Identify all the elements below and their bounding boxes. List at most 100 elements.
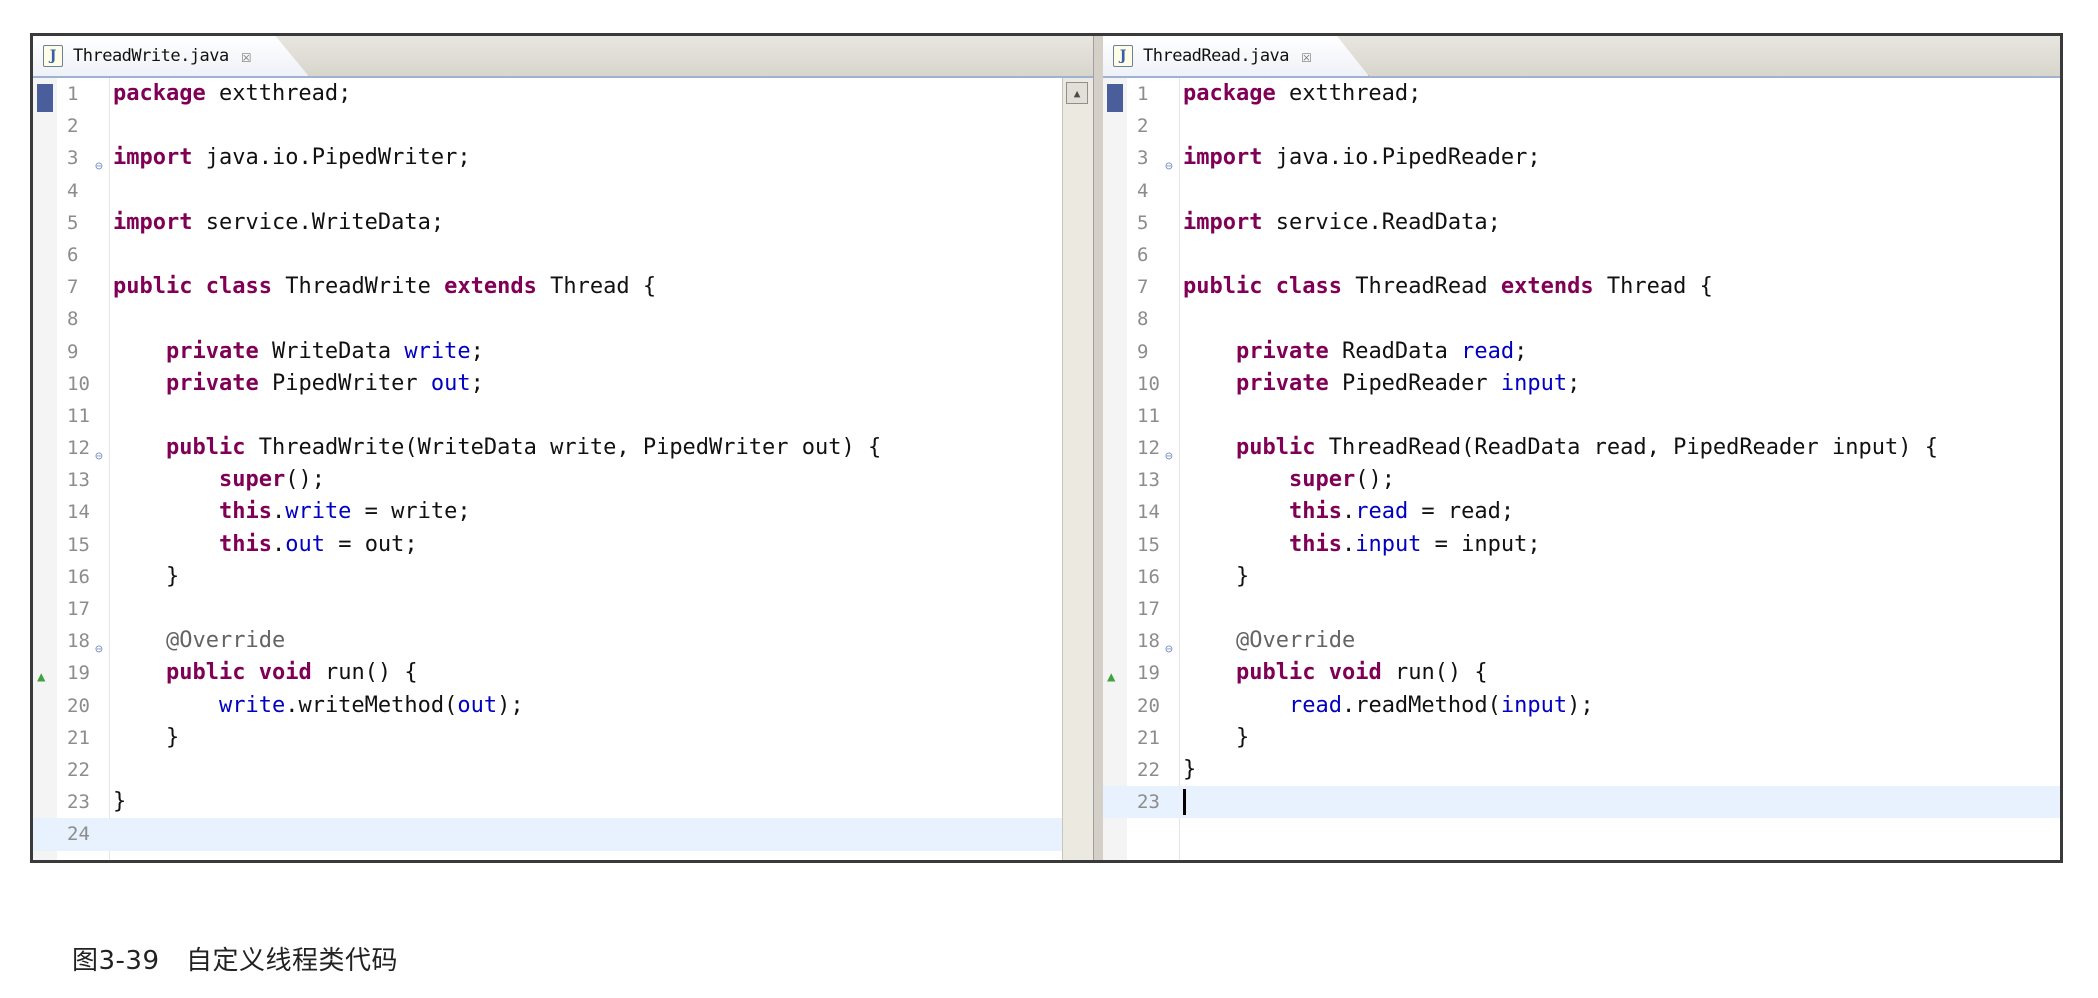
code-line[interactable]: 15 this.input = input; xyxy=(1103,529,2060,561)
code-line[interactable]: 2 xyxy=(1103,110,2060,142)
code-text: super(); xyxy=(113,464,325,496)
code-line[interactable]: 11 xyxy=(1103,400,2060,432)
code-token: ThreadWrite xyxy=(271,274,445,300)
code-token: } xyxy=(1183,756,1197,782)
code-line[interactable]: 12 ⊖ public ThreadRead(ReadData read, Pip… xyxy=(1103,432,2060,464)
code-line[interactable]: 3 ⊖ import java.io.PipedReader; xyxy=(1103,142,2060,174)
code-text: package extthread; xyxy=(113,78,351,110)
close-icon[interactable]: ☒ xyxy=(241,46,252,67)
code-line[interactable]: 20 read.readMethod(input); xyxy=(1103,690,2060,722)
line-number: 19 xyxy=(67,662,90,685)
code-line[interactable]: 11 xyxy=(33,400,1093,432)
code-line[interactable]: 9 private WriteData write; xyxy=(33,336,1093,368)
code-line[interactable]: 7 public class ThreadWrite extends Thread… xyxy=(33,271,1093,303)
code-line[interactable]: 21 } xyxy=(1103,722,2060,754)
vertical-scrollbar[interactable]: ▲ xyxy=(1062,78,1093,860)
code-line[interactable]: 17 xyxy=(1103,593,2060,625)
keyword-token: this xyxy=(218,499,272,525)
keyword-token: void xyxy=(258,660,312,686)
right-tab-bar: J ThreadRead.java ☒ xyxy=(1103,36,2060,78)
code-text: public ThreadWrite(WriteData write, Pipe… xyxy=(113,432,881,464)
code-line[interactable]: 2 xyxy=(33,110,1093,142)
scroll-up-icon[interactable]: ▲ xyxy=(1066,82,1088,104)
code-token: Thread { xyxy=(1593,274,1713,300)
code-token: run() { xyxy=(1381,660,1488,686)
code-line[interactable]: 22} xyxy=(1103,754,2060,786)
code-line[interactable]: 24 xyxy=(33,818,1093,851)
eclipse-editor-area: J ThreadWrite.java ☒ 1 package extthread;… xyxy=(30,33,2063,863)
code-line[interactable]: 5 import service.WriteData; xyxy=(33,207,1093,239)
code-line[interactable]: 5 import service.ReadData; xyxy=(1103,207,2060,239)
code-line[interactable]: 7 public class ThreadRead extends Thread … xyxy=(1103,271,2060,303)
code-lines: 1 package extthread; 2 3 ⊖ import java.io.Pip… xyxy=(33,78,1093,851)
code-text: import java.io.PipedReader; xyxy=(1183,142,1541,174)
close-icon[interactable]: ☒ xyxy=(1301,46,1312,67)
line-number: 14 xyxy=(67,501,90,524)
code-line[interactable]: 1 package extthread; xyxy=(1103,78,2060,110)
code-line[interactable]: 20 write.writeMethod(out); xyxy=(33,690,1093,722)
field-token: input xyxy=(1355,531,1422,557)
line-number: 5 xyxy=(67,211,79,234)
text-caret xyxy=(1183,789,1186,816)
code-line[interactable]: 10 private PipedWriter out; xyxy=(33,368,1093,400)
line-number: 7 xyxy=(1137,276,1149,299)
code-token: WriteData xyxy=(258,338,405,364)
code-line[interactable]: 18 ⊖ @Override xyxy=(33,625,1093,657)
field-token: write xyxy=(218,692,286,718)
code-line[interactable]: 15 this.out = out; xyxy=(33,529,1093,561)
code-line[interactable]: 1 package extthread; xyxy=(33,78,1093,110)
code-token: = input; xyxy=(1421,531,1541,557)
code-line[interactable]: 14 this.read = read; xyxy=(1103,496,2060,528)
line-number: 24 xyxy=(67,823,90,846)
tab-threadread-java[interactable]: J ThreadRead.java ☒ xyxy=(1103,36,1369,76)
left-tab-bar: J ThreadWrite.java ☒ xyxy=(33,36,1093,78)
code-line[interactable]: 23} xyxy=(33,786,1093,818)
code-line[interactable]: 21 } xyxy=(33,722,1093,754)
keyword-token: package xyxy=(1183,81,1276,106)
code-line[interactable]: 6 xyxy=(33,239,1093,271)
code-text: private ReadData read; xyxy=(1183,336,1527,368)
code-line[interactable]: 8 xyxy=(1103,303,2060,335)
code-editor-threadread[interactable]: 1 package extthread; 2 3 ⊖ import java.io.Pip… xyxy=(1103,78,2060,860)
line-number: 11 xyxy=(1137,404,1160,427)
code-line[interactable]: 17 xyxy=(33,593,1093,625)
keyword-token: import xyxy=(1183,209,1263,235)
code-line[interactable]: 9 private ReadData read; xyxy=(1103,336,2060,368)
code-line[interactable]: 6 xyxy=(1103,239,2060,271)
annotation-token: @Override xyxy=(1235,628,1356,654)
code-line[interactable]: 3 ⊖ import java.io.PipedWriter; xyxy=(33,142,1093,174)
line-number: 15 xyxy=(1137,533,1160,556)
code-line[interactable]: 10 private PipedReader input; xyxy=(1103,368,2060,400)
code-line[interactable]: 16 } xyxy=(1103,561,2060,593)
code-line[interactable]: 8 xyxy=(33,303,1093,335)
code-line[interactable]: 23 xyxy=(1103,786,2060,819)
code-line[interactable]: 16 } xyxy=(33,561,1093,593)
field-token: input xyxy=(1500,370,1568,396)
code-token: ; xyxy=(470,370,484,396)
code-text: } xyxy=(1183,754,1196,786)
code-line[interactable]: 22 xyxy=(33,754,1093,786)
code-line[interactable]: 4 xyxy=(33,175,1093,207)
field-token: out xyxy=(457,692,498,718)
keyword-token: this xyxy=(218,531,272,557)
code-line[interactable]: 13 super(); xyxy=(1103,464,2060,496)
tab-threadwrite-java[interactable]: J ThreadWrite.java ☒ xyxy=(33,36,309,76)
code-line[interactable]: 12 ⊖ public ThreadWrite(WriteData write, … xyxy=(33,432,1093,464)
code-editor-threadwrite[interactable]: 1 package extthread; 2 3 ⊖ import java.io.Pip… xyxy=(33,78,1093,860)
code-text: import service.ReadData; xyxy=(1183,207,1501,239)
code-token: run() { xyxy=(311,660,418,686)
code-line[interactable]: ▲ 19 public void run() { xyxy=(1103,657,2060,689)
code-line[interactable]: 4 xyxy=(1103,175,2060,207)
code-line[interactable]: ▲ 19 public void run() { xyxy=(33,657,1093,689)
code-line[interactable]: 13 super(); xyxy=(33,464,1093,496)
code-line[interactable]: 18 ⊖ @Override xyxy=(1103,625,2060,657)
code-line[interactable]: 14 this.write = write; xyxy=(33,496,1093,528)
